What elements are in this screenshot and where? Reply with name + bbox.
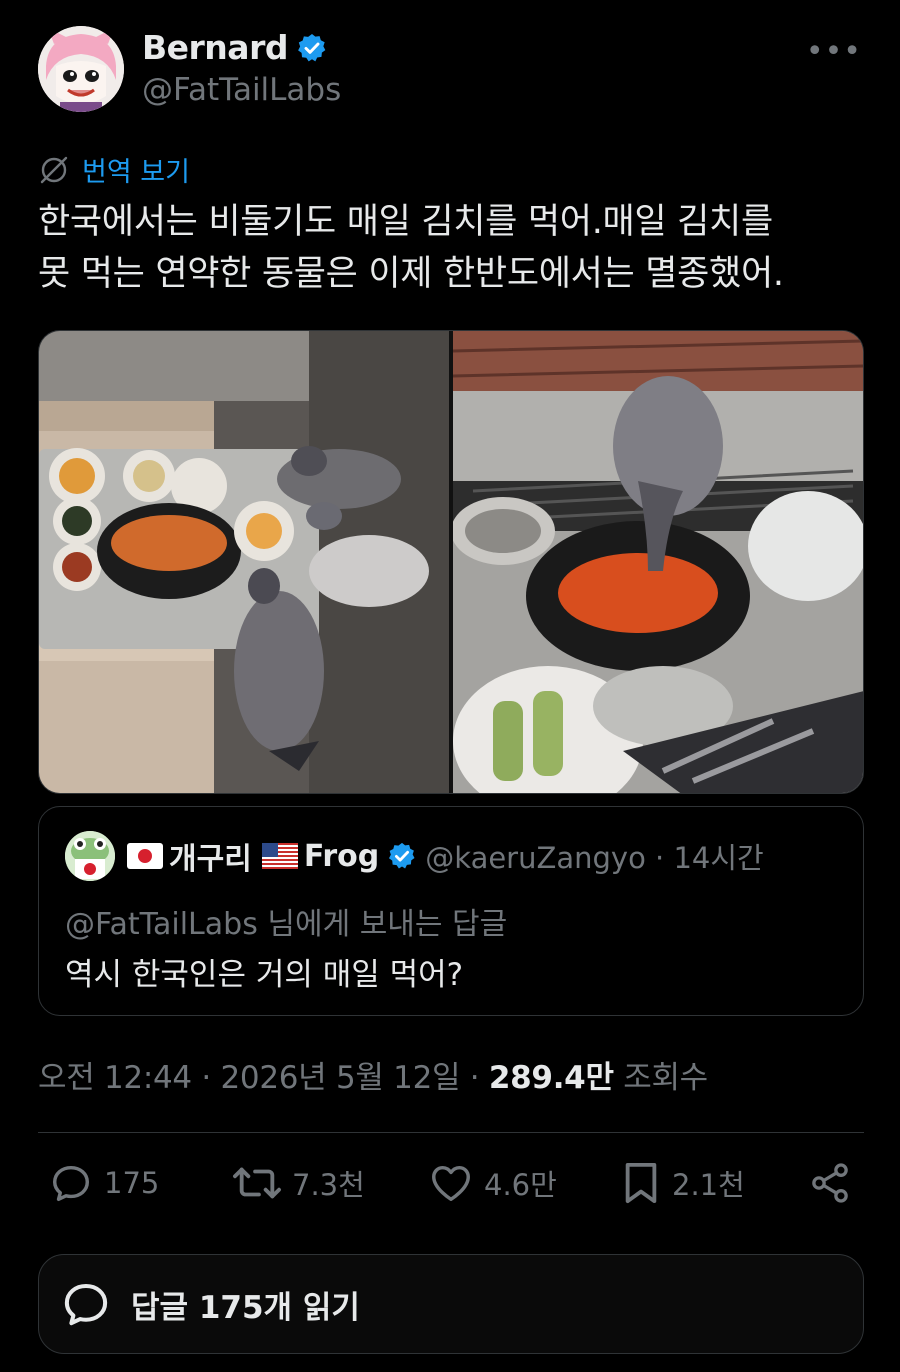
tweet-text: 한국에서는 비둘기도 매일 김치를 먹어.매일 김치를 못 먹는 연약한 동물은… [38, 196, 868, 300]
japan-flag-icon [127, 843, 163, 869]
divider [38, 1132, 864, 1133]
action-bar: 175 7.3천 4.6만 2.1천 [48, 1160, 858, 1210]
quoted-tweet-text: 역시 한국인은 거의 매일 먹어? [65, 957, 464, 993]
author-handle[interactable]: @FatTailLabs [142, 72, 341, 108]
like-button[interactable]: 4.6만 [428, 1160, 557, 1206]
quoted-author-row: 개구리 Frog @kaeruZangyo · 14시간 [65, 831, 764, 881]
read-replies-label: 답글 175개 읽기 [131, 1289, 360, 1326]
pigeons-at-banchan-tray-photo[interactable] [39, 331, 449, 793]
chat-bubble-icon [64, 1283, 108, 1326]
quoted-display-name[interactable]: 개구리 Frog [127, 834, 379, 878]
share-button[interactable] [808, 1160, 852, 1206]
tweet-text-line: 못 먹는 연약한 동물은 이제 한반도에서는 멸종했어. [38, 254, 784, 294]
author-display-name[interactable]: Bernard [142, 28, 288, 67]
bookmark-button[interactable]: 2.1천 [620, 1160, 745, 1206]
quoted-reply-to: @FatTailLabs 님에게 보내는 답글 [65, 907, 508, 942]
verified-badge-icon [389, 842, 415, 869]
usa-flag-icon [261, 843, 298, 869]
read-replies-button[interactable]: 답글 175개 읽기 [38, 1254, 864, 1354]
repost-icon [233, 1167, 281, 1199]
heart-icon [432, 1165, 470, 1202]
tweet-timestamp[interactable]: 오전 12:44 · 2026년 5월 12일 · [38, 1060, 489, 1096]
photo-illustration [39, 331, 449, 793]
share-icon [812, 1163, 848, 1203]
author-name-row: Bernard [142, 28, 328, 67]
views-label: 조회수 [613, 1060, 708, 1096]
translate-link[interactable]: 번역 보기 [38, 150, 190, 189]
tweet-text-line: 한국에서는 비둘기도 매일 김치를 먹어.매일 김치를 [38, 202, 773, 242]
reply-count: 175 [104, 1166, 160, 1200]
quoted-handle-time[interactable]: @kaeruZangyo · 14시간 [425, 835, 763, 877]
frog-avatar-icon [65, 831, 115, 881]
quoted-display-name-text: 개구리 [169, 842, 252, 877]
bookmark-icon [625, 1162, 657, 1204]
anime-avatar-icon [38, 26, 124, 112]
globe-slash-icon [40, 156, 68, 183]
like-count: 4.6만 [484, 1168, 557, 1202]
verified-badge-icon [298, 33, 326, 61]
repost-count: 7.3천 [292, 1168, 365, 1202]
bookmark-count: 2.1천 [672, 1168, 745, 1202]
translate-label: 번역 보기 [82, 157, 190, 188]
more-options-button[interactable]: ••• [806, 34, 862, 69]
tweet-media [38, 330, 864, 794]
reply-button[interactable]: 175 [48, 1160, 159, 1206]
tweet-meta: 오전 12:44 · 2026년 5월 12일 · 289.4만 조회수 [38, 1052, 708, 1097]
author-avatar[interactable] [38, 26, 124, 112]
views-count: 289.4만 [488, 1060, 614, 1096]
repost-button[interactable]: 7.3천 [232, 1160, 365, 1206]
reply-icon [52, 1165, 90, 1202]
pigeon-eating-stew-photo[interactable] [453, 331, 863, 793]
quoted-author-avatar[interactable] [65, 831, 115, 881]
tweet-header: Bernard @FatTailLabs ••• [38, 26, 868, 116]
quoted-display-name-suffix: Frog [303, 838, 380, 874]
quoted-tweet[interactable]: 개구리 Frog @kaeruZangyo · 14시간 @FatTailLab… [38, 806, 864, 1016]
photo-illustration [453, 331, 863, 793]
